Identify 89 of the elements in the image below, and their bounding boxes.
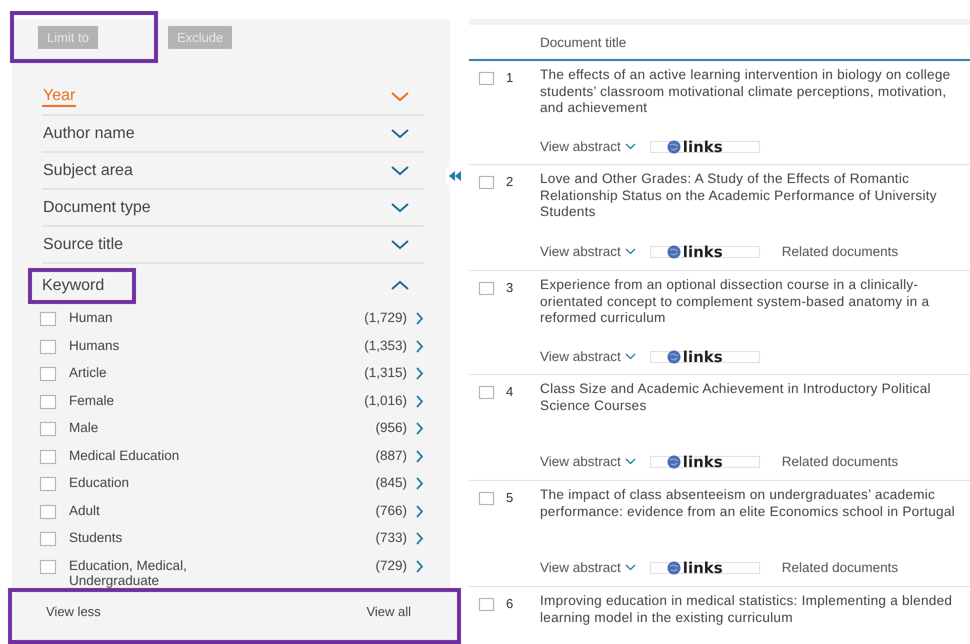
chevron-right-icon[interactable]	[415, 422, 424, 435]
keyword-count: (733)	[375, 530, 407, 545]
globe-icon	[666, 244, 681, 258]
keyword-label: Education, Medical, Undergraduate	[69, 558, 188, 588]
checkbox[interactable]	[479, 176, 494, 189]
links-button[interactable]: links	[650, 350, 760, 362]
keyword-count: (845)	[375, 475, 407, 490]
chevron-right-icon[interactable]	[415, 504, 424, 518]
checkbox[interactable]	[40, 532, 56, 546]
row-number: 6	[505, 596, 514, 613]
chevron-down-icon	[624, 458, 636, 465]
keyword-count: (1,353)	[364, 338, 407, 352]
chevron-down-icon	[624, 353, 636, 360]
chevron-right-icon[interactable]	[415, 394, 424, 408]
globe-icon	[666, 454, 681, 468]
checkbox[interactable]	[40, 367, 56, 381]
chevron-down-icon	[624, 143, 636, 150]
facet-header[interactable]: Document type	[42, 190, 424, 227]
checkbox[interactable]	[40, 477, 56, 491]
view-abstract-link[interactable]: View abstract	[540, 560, 636, 575]
checkbox[interactable]	[40, 450, 56, 464]
chevron-right-icon[interactable]	[415, 532, 424, 545]
keyword-count: (729)	[375, 558, 407, 572]
links-button[interactable]: links	[650, 456, 760, 468]
chevron-right-icon[interactable]	[415, 450, 424, 462]
keyword-label: Article	[69, 365, 108, 380]
chevron-down-icon	[624, 248, 636, 255]
chevron-right-icon[interactable]	[415, 340, 424, 352]
chevron-right-icon[interactable]	[415, 312, 424, 325]
checkbox[interactable]	[40, 312, 56, 326]
globe-icon	[666, 350, 681, 364]
view-all-link[interactable]: View all	[366, 604, 411, 640]
keyword-label: Humans	[69, 338, 120, 352]
row-number: 4	[505, 384, 514, 401]
globe-icon	[666, 140, 681, 154]
checkbox[interactable]	[40, 394, 56, 408]
keyword-label: Human	[69, 310, 114, 325]
checkbox[interactable]	[40, 560, 56, 574]
related-documents-link[interactable]: Related documents	[776, 559, 904, 576]
row-number: 3	[505, 280, 514, 297]
checkbox[interactable]	[479, 386, 494, 399]
keyword-count: (956)	[375, 420, 407, 435]
keyword-label: Medical Education	[69, 448, 180, 462]
keyword-label: Male	[69, 420, 100, 435]
globe-icon	[666, 560, 681, 574]
checkbox[interactable]	[40, 422, 56, 436]
checkbox[interactable]	[479, 598, 494, 611]
chevron-down-icon	[624, 564, 636, 571]
document-title[interactable]: Class Size and Academic Achievement in Introductory Political Science Courses	[540, 381, 970, 447]
document-title[interactable]: Love and Other Grades: A Study of the Effects of Romantic Relationship Status on the Academic Performance of University Students	[540, 171, 970, 237]
chevron-right-icon[interactable]	[415, 477, 424, 490]
keyword-count: (1,016)	[364, 392, 407, 408]
view-abstract-link[interactable]: View abstract	[540, 349, 636, 364]
links-button[interactable]: links	[650, 562, 760, 574]
keyword-label: Education	[69, 475, 130, 490]
related-documents-link[interactable]: Related documents	[776, 243, 904, 260]
keyword-label: Students	[69, 530, 124, 545]
column-header: Document title	[540, 34, 626, 50]
view-abstract-link[interactable]: View abstract	[540, 244, 636, 259]
chevron-right-icon[interactable]	[415, 367, 424, 380]
chevron-right-icon[interactable]	[415, 560, 424, 572]
related-documents-link[interactable]: Related documents	[776, 453, 904, 470]
row-number: 2	[505, 174, 514, 191]
document-title[interactable]: Experience from an optional dissection course in a clinically-orientated concept to complement system-based anatomy in a reformed curriculum	[540, 277, 970, 343]
facet-header[interactable]: Subject area	[42, 153, 424, 190]
keyword-count: (766)	[375, 502, 407, 518]
view-abstract-link[interactable]: View abstract	[540, 454, 636, 469]
checkbox[interactable]	[40, 504, 56, 518]
facet-header[interactable]: Keyword	[28, 264, 424, 307]
links-button[interactable]: links	[650, 140, 760, 152]
checkbox[interactable]	[479, 72, 494, 85]
document-title[interactable]: Improving education in medical statistics: Implementing a blended learning model in the existing curriculum	[540, 593, 970, 644]
row-number: 1	[505, 70, 514, 87]
keyword-label: Adult	[69, 502, 101, 518]
facet-header[interactable]: Author name	[42, 116, 424, 153]
document-title[interactable]: The effects of an active learning intervention in biology on college students’ classroom motivational climate perceptions, motivation, and achievement	[540, 67, 970, 133]
checkbox[interactable]	[479, 282, 494, 295]
view-less-link[interactable]: View less	[46, 604, 101, 640]
facet-header[interactable]: Source title	[42, 227, 424, 264]
view-abstract-link[interactable]: View abstract	[540, 139, 636, 154]
checkbox[interactable]	[479, 492, 494, 505]
keyword-count: (1,315)	[364, 365, 407, 380]
links-button[interactable]: links	[650, 246, 760, 258]
keyword-label: Female	[69, 392, 116, 408]
checkbox[interactable]	[40, 340, 56, 354]
keyword-count: (1,729)	[364, 310, 407, 325]
row-number: 5	[505, 490, 514, 507]
document-title[interactable]: The impact of class absenteeism on undergraduates’ academic performance: evidence from an elite Economics school in Portugal	[540, 487, 970, 553]
keyword-count: (887)	[375, 448, 407, 462]
